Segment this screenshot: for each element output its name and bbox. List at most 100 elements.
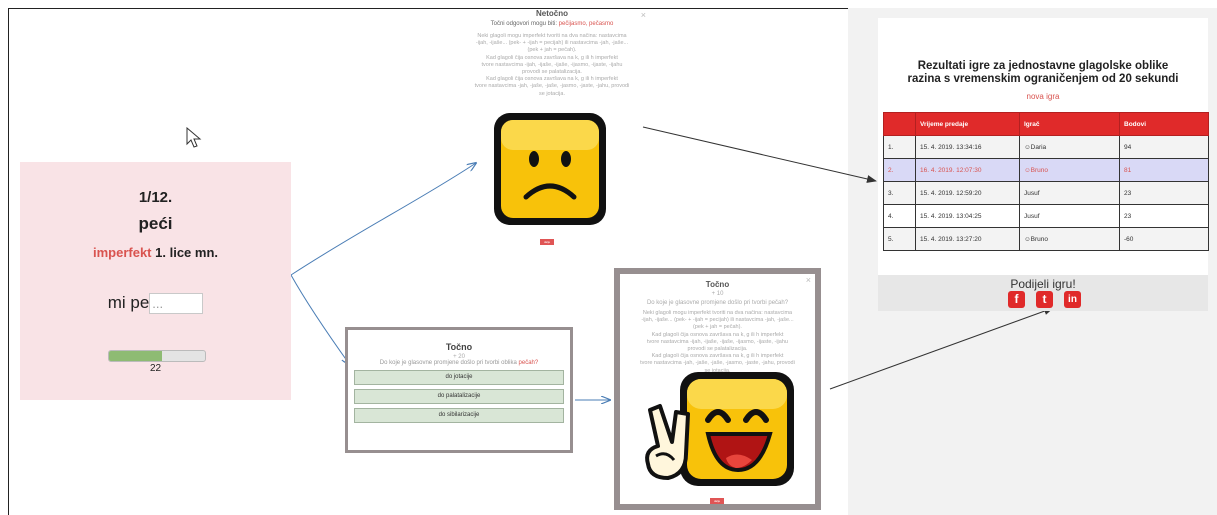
header-time: Vrijeme predaje [915,112,1020,136]
table-row: 3. 15. 4. 2019. 12:59:20 Jusuf 23 [883,181,1209,205]
cell-time: 15. 4. 2019. 12:59:20 [915,181,1020,205]
quiz-title: Točno [445,342,473,352]
explanation-line: tvore nastavcima -jah, -jaše, -jaše, -ja… [474,83,630,90]
quiz-option-sibilarization[interactable]: do sibilarizacije [354,408,564,423]
correct-answer-dialog: × Točno + 10 Do koje je glasovne promjen… [614,268,821,510]
cell-points: 81 [1119,158,1209,182]
arrow-to-quiz [290,274,350,365]
cell-points: 94 [1119,135,1209,159]
arrow-correct-to-results [829,307,1054,390]
wrong-next-button[interactable]: dalje [540,239,554,245]
table-row: 4. 15. 4. 2019. 13:04:25 Jusuf 23 [883,204,1209,228]
wrong-answer-dialog: × Netočno Točni odgovori mogu biti: peči… [454,9,650,249]
question-person: 1. lice mn. [155,245,219,260]
cell-time: 15. 4. 2019. 13:04:25 [915,204,1020,228]
correct-next-button[interactable]: dalje [710,498,724,504]
question-form: imperfekt 1. lice mn. [20,245,291,260]
quiz-question: Do koje je glasovne promjene došlo pri t… [348,360,570,366]
answer-row: mi pe... [20,293,291,315]
linkedin-icon[interactable]: in [1064,291,1081,308]
correct-points: + 10 [711,291,724,297]
close-icon[interactable]: × [641,10,646,20]
results-header-row: Vrijeme predaje Igrač Bodovi [883,112,1209,136]
explanation-line: Neki glagoli mogu imperfekt tvoriti na d… [477,33,627,39]
cell-time: 15. 4. 2019. 13:34:16 [915,135,1020,159]
explanation-line: Neki glagoli mogu imperfekt tvoriti na d… [642,310,793,316]
twitter-icon[interactable]: t [1036,291,1053,308]
share-label: Podijeli igru! [1010,277,1076,291]
correct-dialog-explanation: Neki glagoli mogu imperfekt tvoriti na d… [626,310,809,375]
arrow-to-wrong [290,163,476,276]
mouse-pointer-icon [186,127,202,148]
wrong-dialog-answers: Točni odgovori mogu biti: pečijasmo, peč… [454,21,650,27]
cell-time: 15. 4. 2019. 13:27:20 [915,227,1020,251]
sad-face-icon [494,113,606,225]
question-verb: peći [138,214,173,233]
cell-player: ☺Bruno [1019,158,1120,182]
question-tense: imperfekt [92,245,152,260]
cell-player: Jusuf [1019,181,1120,205]
time-progress-fill [109,351,162,361]
table-row: 1. 15. 4. 2019. 13:34:16 ☺Daria 94 [883,135,1209,159]
cell-rank: 5. [883,227,916,251]
cell-rank: 4. [883,204,916,228]
question-counter: 1/12. [138,189,173,206]
answer-prompt: mi pe [107,293,150,312]
explanation-line: tvore nastavcima -jah, -jaše, -jaše, -ja… [640,360,795,367]
cell-points: -60 [1119,227,1209,251]
header-player: Igrač [1019,112,1120,136]
cell-player: ☺Daria [1019,135,1120,159]
answer-input[interactable]: ... [149,293,204,315]
explanation-line: -ijah, -ijaše... (pek- + -ijah = pecijah… [641,317,794,324]
wrong-dialog-explanation: Neki glagoli mogu imperfekt tvoriti na d… [460,33,644,98]
correct-dialog-title: Točno [705,280,730,289]
explanation-line: provodi se palatalizacija. [687,346,748,353]
explanation-line: se jotacija. [539,90,565,97]
explanation-line: provodi se palatalizacija. [522,69,582,76]
explanation-line: (pek + jah = pečah). [693,324,742,331]
cell-rank: 1. [883,135,916,159]
results-title-line: Rezultati igre za jednostavne glagolske … [917,60,1169,72]
header-rank [883,112,916,136]
new-game-link[interactable]: nova igra [878,92,1208,101]
explanation-line: tvore nastavcima -ijah, -ijaše, -ijaše, … [481,61,623,68]
arrow-wrong-to-results [642,126,877,183]
cell-points: 23 [1119,181,1209,205]
header-points: Bodovi [1119,112,1209,136]
table-row: 5. 15. 4. 2019. 13:27:20 ☺Bruno -60 [883,227,1209,251]
time-progress-bar [108,350,206,362]
explanation-line: Kad glagoli čija osnova završava na k, g… [486,54,618,61]
close-icon[interactable]: × [806,275,811,285]
cell-player: ☺Bruno [1019,227,1120,251]
correct-question: Do koje je glasovne promjene došlo pri t… [646,300,789,306]
results-title-line: razina s vremenskim ograničenjem od 20 s… [907,73,1179,85]
table-row: 2. 16. 4. 2019. 12:07:30 ☺Bruno 81 [883,158,1209,182]
cell-player: Jusuf [1019,204,1120,228]
quiz-option-jotation[interactable]: do jotacije [354,370,564,385]
explanation-line: tvore nastavcima -ijah, -ijaše, -ijaše, … [647,338,788,345]
question-card: 1/12. peći imperfekt 1. lice mn. mi pe..… [20,162,291,400]
results-title: Rezultati igre za jednostavne glagolske … [878,60,1208,86]
answers-intro: Točni odgovori mogu biti: [490,21,557,27]
quiz-option-palatalization[interactable]: do palatalizacije [354,389,564,404]
results-table: Vrijeme predaje Igrač Bodovi 1. 15. 4. 20… [883,112,1209,251]
facebook-icon[interactable]: f [1008,291,1025,308]
cell-rank: 2. [883,158,916,182]
timer-value: 22 [149,363,162,374]
cell-time: 16. 4. 2019. 12:07:30 [915,158,1020,182]
happy-face-icon [645,372,794,486]
follow-up-quiz-dialog: Točno + 20 Do koje je glasovne promjene … [345,327,573,453]
share-bar: Podijeli igru! f t in [878,275,1208,311]
explanation-line: -ijah, -ijaše... (pek- + -ijah = pecijah… [475,40,629,47]
cell-rank: 3. [883,181,916,205]
explanation-line: Kad glagoli čija osnova završava na k, g… [486,76,618,83]
results-panel: Rezultati igre za jednostavne glagolske … [878,18,1209,310]
answers-list: pečijasmo, pečasmo [558,21,614,27]
wrong-dialog-title: Netočno [536,9,568,18]
cell-points: 23 [1119,204,1209,228]
quiz-question-text: Do koje je glasovne promjene došlo pri t… [379,360,517,366]
explanation-line: Kad glagoli čija osnova završava na k, g… [651,353,784,360]
quiz-question-word: pečah? [518,360,539,366]
explanation-line: (pek + jah = pečah). [527,47,577,54]
explanation-line: Kad glagoli čija osnova završava na k, g… [651,331,784,338]
